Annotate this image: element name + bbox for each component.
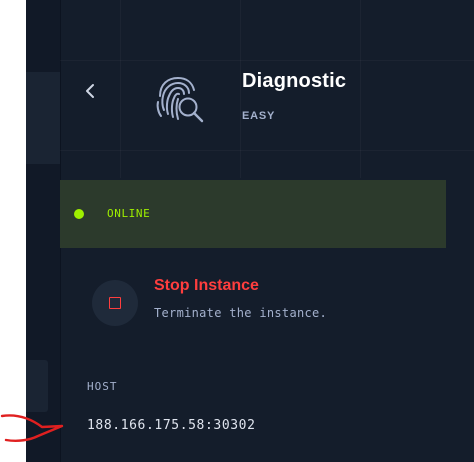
stop-instance-description: Terminate the instance.	[154, 306, 328, 320]
stop-icon	[109, 297, 121, 309]
stop-instance-title: Stop Instance	[154, 277, 259, 294]
stop-instance-button[interactable]: Stop Instance Terminate the instance.	[92, 270, 432, 330]
collapsed-side-column	[26, 0, 61, 462]
page-margin	[0, 0, 26, 462]
machine-detail: Diagnostic EASY ONLINE Stop Instance Ter…	[60, 0, 474, 462]
machine-title: Diagnostic	[242, 70, 347, 92]
host-address[interactable]: 188.166.175.58:30302	[87, 418, 256, 433]
difficulty-label: EASY	[242, 110, 276, 122]
status-bar: ONLINE	[60, 180, 446, 248]
host-label: HOST	[87, 380, 118, 393]
status-online-icon	[74, 209, 84, 219]
side-column-block	[26, 72, 60, 164]
chevron-left-icon	[86, 84, 94, 98]
fingerprint-search-icon	[156, 76, 204, 123]
stop-icon-circle	[92, 280, 138, 326]
back-button[interactable]	[80, 78, 100, 104]
status-label: ONLINE	[107, 207, 151, 220]
red-arrow-annotation	[0, 414, 64, 442]
